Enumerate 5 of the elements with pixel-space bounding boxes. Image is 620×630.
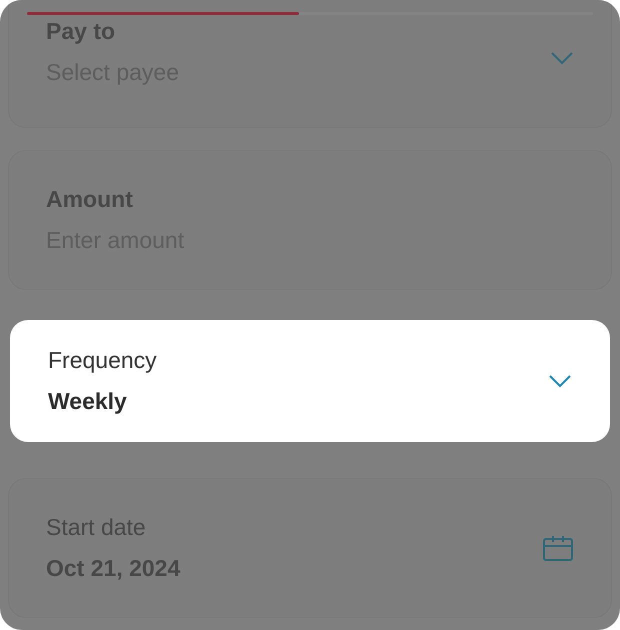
field-value: Weekly xyxy=(48,388,128,415)
field-label: Frequency xyxy=(48,347,158,374)
chevron-down-icon[interactable] xyxy=(549,374,571,388)
form-field[interactable]: Frequency Weekly xyxy=(10,320,610,442)
calendar-icon[interactable] xyxy=(543,535,573,561)
